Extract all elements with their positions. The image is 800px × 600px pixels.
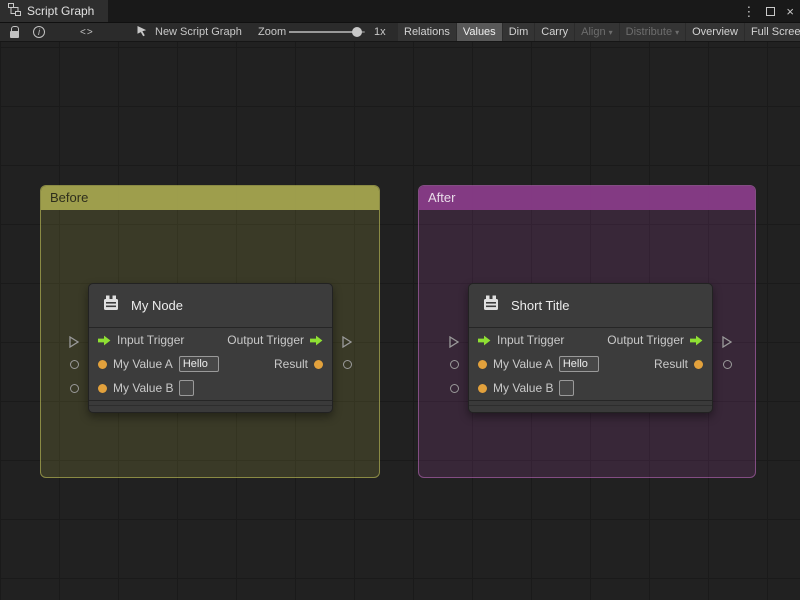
result-label: Result: [653, 357, 688, 371]
node-title: Short Title: [511, 298, 570, 313]
carry-button[interactable]: Carry: [535, 23, 575, 41]
graph-name: New Script Graph: [155, 26, 242, 38]
value-b-field[interactable]: [179, 380, 195, 396]
zoom-slider-fill: [289, 31, 358, 33]
kebab-menu-icon[interactable]: ⋮: [742, 5, 755, 18]
external-trigger-port-left-icon[interactable]: [448, 335, 460, 353]
value-b-port-icon[interactable]: [98, 383, 107, 393]
value-a-port-row: My Value A Result: [469, 352, 712, 376]
pointer-icon: [136, 25, 148, 40]
node-header[interactable]: Short Title: [469, 284, 712, 328]
node-footer: [469, 400, 712, 412]
align-button[interactable]: Align ▾: [575, 23, 619, 41]
value-a-label: My Value A: [493, 357, 553, 371]
unity-window: Script Graph ⋮ × i <> New Script Graph Z…: [0, 0, 800, 600]
node-footer: [89, 400, 332, 412]
node-ports: Input Trigger Output Trigger My Value A …: [469, 328, 712, 400]
value-a-port-row: My Value A Result: [89, 352, 332, 376]
lock-button[interactable]: [8, 23, 20, 41]
value-b-field[interactable]: [559, 380, 575, 396]
trigger-port-row: Input Trigger Output Trigger: [89, 328, 332, 352]
result-label: Result: [273, 357, 308, 371]
tab-script-graph[interactable]: Script Graph: [0, 0, 109, 22]
zoom-slider-handle[interactable]: [352, 27, 363, 37]
zoom-slider[interactable]: [289, 27, 365, 37]
close-icon[interactable]: ×: [786, 5, 794, 18]
unit-icon: [480, 292, 502, 319]
tab-title: Script Graph: [27, 4, 95, 18]
output-trigger-label: Output Trigger: [227, 333, 304, 347]
overview-button[interactable]: Overview: [686, 23, 744, 41]
code-icon: <>: [80, 26, 94, 38]
fullscreen-button[interactable]: Full Screen: [744, 23, 800, 41]
zoom-label: Zoom: [258, 26, 287, 38]
external-value-port-right-icon[interactable]: [723, 360, 732, 369]
graph-canvas[interactable]: Before After My Node Input Trigger Outpu…: [0, 42, 800, 600]
external-value-port-left-icon[interactable]: [450, 384, 459, 393]
value-a-label: My Value A: [113, 357, 173, 371]
output-trigger-label: Output Trigger: [607, 333, 684, 347]
unit-icon: [100, 292, 122, 319]
zoom-value: 1x: [374, 26, 386, 38]
value-a-field[interactable]: [558, 356, 599, 372]
chevron-down-icon: ▾: [608, 27, 613, 37]
group-after-label: After: [428, 190, 456, 205]
node-title: My Node: [131, 298, 184, 313]
toolbar-button-strip: Relations Values Dim Carry Align ▾ Distr…: [398, 23, 800, 41]
window-controls: ⋮ ×: [742, 0, 794, 22]
relations-button[interactable]: Relations: [398, 23, 456, 41]
node-header[interactable]: My Node: [89, 284, 332, 328]
output-trigger-port-icon[interactable]: [690, 335, 703, 346]
node-ports: Input Trigger Output Trigger My Value A …: [89, 328, 332, 400]
external-trigger-port-right-icon[interactable]: [721, 335, 733, 353]
value-a-port-icon[interactable]: [98, 359, 107, 369]
info-button[interactable]: i: [33, 23, 45, 41]
result-port-icon[interactable]: [694, 359, 703, 369]
external-value-port-left-icon[interactable]: [70, 360, 79, 369]
graph-toolbar: i <> New Script Graph Zoom 1x Relations …: [0, 22, 800, 42]
node-my-node: My Node Input Trigger Output Trigger My …: [69, 283, 353, 413]
distribute-button[interactable]: Distribute ▾: [619, 23, 686, 41]
maximize-icon[interactable]: [766, 6, 776, 16]
value-b-label: My Value B: [113, 381, 174, 395]
result-port-icon[interactable]: [314, 359, 323, 369]
lock-icon: [8, 25, 20, 39]
info-icon: i: [33, 26, 45, 38]
value-a-port-icon[interactable]: [478, 359, 487, 369]
group-before-header[interactable]: Before: [41, 186, 379, 210]
values-button[interactable]: Values: [456, 23, 502, 41]
external-trigger-port-left-icon[interactable]: [68, 335, 80, 353]
node-box[interactable]: My Node Input Trigger Output Trigger My …: [88, 283, 333, 413]
external-value-port-left-icon[interactable]: [70, 384, 79, 393]
output-trigger-port-icon[interactable]: [310, 335, 323, 346]
external-trigger-port-right-icon[interactable]: [341, 335, 353, 353]
dim-button[interactable]: Dim: [502, 23, 535, 41]
group-before-label: Before: [50, 190, 89, 205]
group-after-header[interactable]: After: [419, 186, 755, 210]
value-b-port-row: My Value B: [469, 376, 712, 400]
tab-bar: Script Graph ⋮ ×: [0, 0, 800, 22]
trigger-port-row: Input Trigger Output Trigger: [469, 328, 712, 352]
node-box[interactable]: Short Title Input Trigger Output Trigger: [468, 283, 713, 413]
input-trigger-label: Input Trigger: [497, 333, 565, 347]
external-value-port-left-icon[interactable]: [450, 360, 459, 369]
input-trigger-port-icon[interactable]: [98, 335, 111, 346]
chevron-down-icon: ▾: [675, 27, 680, 37]
code-view-button[interactable]: <>: [80, 23, 94, 41]
value-b-port-row: My Value B: [89, 376, 332, 400]
value-b-label: My Value B: [493, 381, 554, 395]
value-a-field[interactable]: [178, 356, 219, 372]
graph-breadcrumb[interactable]: New Script Graph: [136, 23, 242, 41]
node-short-title: Short Title Input Trigger Output Trigger: [449, 283, 733, 413]
external-value-port-right-icon[interactable]: [343, 360, 352, 369]
script-graph-icon: [8, 3, 21, 19]
value-b-port-icon[interactable]: [478, 383, 487, 393]
input-trigger-label: Input Trigger: [117, 333, 185, 347]
input-trigger-port-icon[interactable]: [478, 335, 491, 346]
